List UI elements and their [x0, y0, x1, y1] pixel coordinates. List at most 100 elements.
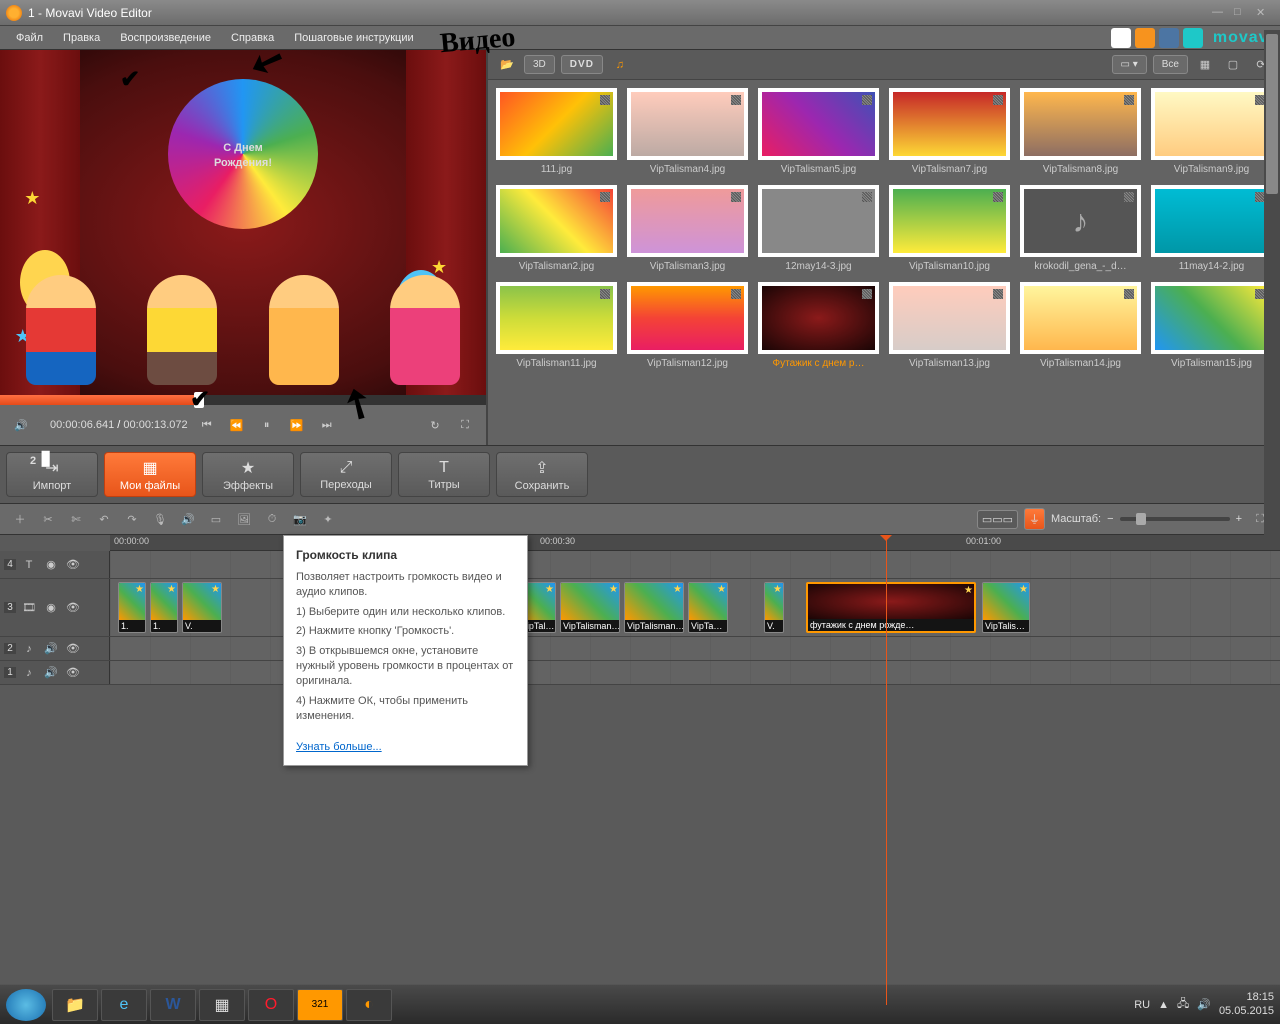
- track-visible-icon[interactable]: 👁: [64, 664, 82, 682]
- tab-myfiles[interactable]: ▦Мои файлы: [104, 452, 196, 497]
- tab-titles[interactable]: TТитры: [398, 452, 490, 497]
- tray-clock[interactable]: 18:1505.05.2015: [1219, 991, 1274, 1017]
- tab-save[interactable]: ⇪Сохранить: [496, 452, 588, 497]
- library-thumb[interactable]: VipTalisman9.jpg: [1151, 88, 1272, 175]
- taskbar-word[interactable]: W: [150, 989, 196, 1021]
- rewind-button[interactable]: ⏪: [226, 414, 248, 436]
- zoom-out-icon[interactable]: −: [1107, 513, 1113, 525]
- zoom-slider[interactable]: [1120, 517, 1230, 521]
- playhead[interactable]: [886, 535, 887, 1005]
- timeline-clip[interactable]: ★VipTalisman…: [560, 582, 620, 633]
- redo-icon[interactable]: ↷: [120, 507, 144, 531]
- start-button[interactable]: [6, 989, 46, 1021]
- timeline-clip[interactable]: ★футажик с днем рожде…: [806, 582, 976, 633]
- taskbar-movavi[interactable]: ◐: [346, 989, 392, 1021]
- timeline-clip[interactable]: ★V.: [182, 582, 222, 633]
- taskbar-ie[interactable]: e: [101, 989, 147, 1021]
- forward-button[interactable]: ⏩: [286, 414, 308, 436]
- timeline-mode[interactable]: ⏚: [1024, 508, 1045, 530]
- library-thumb[interactable]: 12may14-3.jpg: [758, 185, 879, 272]
- maximize-button[interactable]: □: [1234, 6, 1252, 20]
- prev-button[interactable]: ⏮: [196, 414, 218, 436]
- minimize-button[interactable]: —: [1212, 6, 1230, 20]
- menu-tutorial[interactable]: Пошаговые инструкции: [284, 28, 423, 48]
- timeline-clip[interactable]: ★VipTalis…: [982, 582, 1030, 633]
- track-visible-icon[interactable]: 👁: [64, 556, 82, 574]
- next-button[interactable]: ⏭: [316, 414, 338, 436]
- library-thumb[interactable]: Футажик с днем р…: [758, 282, 879, 369]
- library-thumb[interactable]: VipTalisman5.jpg: [758, 88, 879, 175]
- library-thumb[interactable]: VipTalisman12.jpg: [627, 282, 748, 369]
- library-thumb[interactable]: VipTalisman11.jpg: [496, 282, 617, 369]
- timeline-clip[interactable]: ★1.: [150, 582, 178, 633]
- volume-tool-icon[interactable]: 🔊: [176, 507, 200, 531]
- slomo-icon[interactable]: ⏱: [260, 507, 284, 531]
- track-mute-icon[interactable]: 🔊: [42, 640, 60, 658]
- library-thumb[interactable]: VipTalisman15.jpg: [1151, 282, 1272, 369]
- split-icon[interactable]: ✄: [64, 507, 88, 531]
- tray-network-icon[interactable]: 🖧: [1177, 995, 1189, 1014]
- effect-tool-icon[interactable]: ✦: [316, 507, 340, 531]
- library-thumb[interactable]: VipTalisman2.jpg: [496, 185, 617, 272]
- folder-open-icon[interactable]: 📂: [496, 54, 518, 76]
- scrub-bar[interactable]: [0, 395, 486, 405]
- undo-icon[interactable]: ↶: [92, 507, 116, 531]
- taskbar-app[interactable]: ▦: [199, 989, 245, 1021]
- track-fx-icon[interactable]: ◉: [42, 556, 60, 574]
- close-button[interactable]: ✕: [1256, 6, 1274, 20]
- record-icon[interactable]: 🎙: [148, 507, 172, 531]
- menu-edit[interactable]: Правка: [53, 28, 110, 48]
- track-fx-icon[interactable]: ◉: [42, 599, 60, 617]
- storyboard-mode[interactable]: ▭▭▭: [977, 510, 1018, 529]
- menu-file[interactable]: Файл: [6, 28, 53, 48]
- library-thumb[interactable]: VipTalisman10.jpg: [889, 185, 1010, 272]
- tab-import[interactable]: ⇥Импорт: [6, 452, 98, 497]
- dvd-button[interactable]: DVD: [561, 55, 603, 74]
- library-thumb[interactable]: VipTalisman3.jpg: [627, 185, 748, 272]
- odnoklassniki-icon[interactable]: [1135, 28, 1155, 48]
- library-thumb[interactable]: VipTalisman4.jpg: [627, 88, 748, 175]
- track-visible-icon[interactable]: 👁: [64, 640, 82, 658]
- track-visible-icon[interactable]: 👁: [64, 599, 82, 617]
- zoom-in-icon[interactable]: +: [1236, 513, 1242, 525]
- filter-all[interactable]: Все: [1153, 55, 1188, 74]
- taskbar-opera[interactable]: O: [248, 989, 294, 1021]
- tray-lang[interactable]: RU: [1134, 999, 1150, 1011]
- menu-help[interactable]: Справка: [221, 28, 284, 48]
- volume-icon[interactable]: 🔊: [10, 414, 32, 436]
- library-thumb[interactable]: 11may14-2.jpg: [1151, 185, 1272, 272]
- library-thumb[interactable]: 111.jpg: [496, 88, 617, 175]
- library-thumb[interactable]: VipTalisman7.jpg: [889, 88, 1010, 175]
- view-dropdown[interactable]: ▭ ▾: [1112, 55, 1147, 74]
- tray-flag-icon[interactable]: ▲: [1158, 999, 1169, 1011]
- picture-tool-icon[interactable]: 🖼: [232, 507, 256, 531]
- taskbar-mpc[interactable]: 321: [297, 989, 343, 1021]
- library-thumb[interactable]: ♪krokodil_gena_-_d…: [1020, 185, 1141, 272]
- menu-playback[interactable]: Воспроизведение: [110, 28, 221, 48]
- library-thumb[interactable]: VipTalisman14.jpg: [1020, 282, 1141, 369]
- track-mute-icon[interactable]: 🔊: [42, 664, 60, 682]
- view-film-icon[interactable]: ▦: [1194, 54, 1216, 76]
- crop-button[interactable]: ⛶: [454, 414, 476, 436]
- add-track-icon[interactable]: ＋: [8, 507, 32, 531]
- timeline-clip[interactable]: ★VipTa…: [688, 582, 728, 633]
- clip-tool-icon[interactable]: ▭: [204, 507, 228, 531]
- timeline-clip[interactable]: ★V.: [764, 582, 784, 633]
- view-grid-icon[interactable]: ▢: [1222, 54, 1244, 76]
- library-thumb[interactable]: VipTalisman13.jpg: [889, 282, 1010, 369]
- audio-import-icon[interactable]: ♫: [609, 54, 631, 76]
- cut-icon[interactable]: ✂: [36, 507, 60, 531]
- pause-button[interactable]: ⏸: [256, 414, 278, 436]
- movavi-site-icon[interactable]: [1183, 28, 1203, 48]
- tray-volume-icon[interactable]: 🔊: [1197, 998, 1211, 1011]
- camera-icon[interactable]: 📷: [288, 507, 312, 531]
- tab-transitions[interactable]: ⤢Переходы: [300, 452, 392, 497]
- tab-effects[interactable]: ★Эффекты: [202, 452, 294, 497]
- system-tray[interactable]: RU ▲ 🖧 🔊 18:1505.05.2015: [1134, 991, 1274, 1017]
- loop-button[interactable]: ↻: [424, 414, 446, 436]
- vk-icon[interactable]: [1159, 28, 1179, 48]
- youtube-icon[interactable]: [1111, 28, 1131, 48]
- timeline-clip[interactable]: ★VipTalisman…: [624, 582, 684, 633]
- 3d-button[interactable]: 3D: [524, 55, 555, 74]
- taskbar-explorer[interactable]: 📁: [52, 989, 98, 1021]
